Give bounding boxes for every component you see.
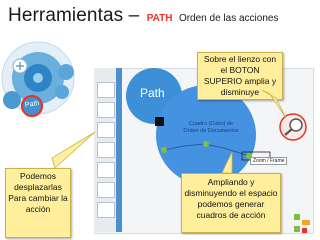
callout-pointers xyxy=(51,89,287,174)
logo-bar-4 xyxy=(302,228,307,233)
logo-bar-2 xyxy=(302,220,310,225)
logo-bar-3 xyxy=(294,226,300,232)
callout-left-pointer xyxy=(51,131,96,169)
callout-top-pointer xyxy=(261,89,287,119)
logo-bar-1 xyxy=(294,214,300,220)
logo xyxy=(294,214,310,233)
callout-bottom-pointer xyxy=(221,151,233,174)
